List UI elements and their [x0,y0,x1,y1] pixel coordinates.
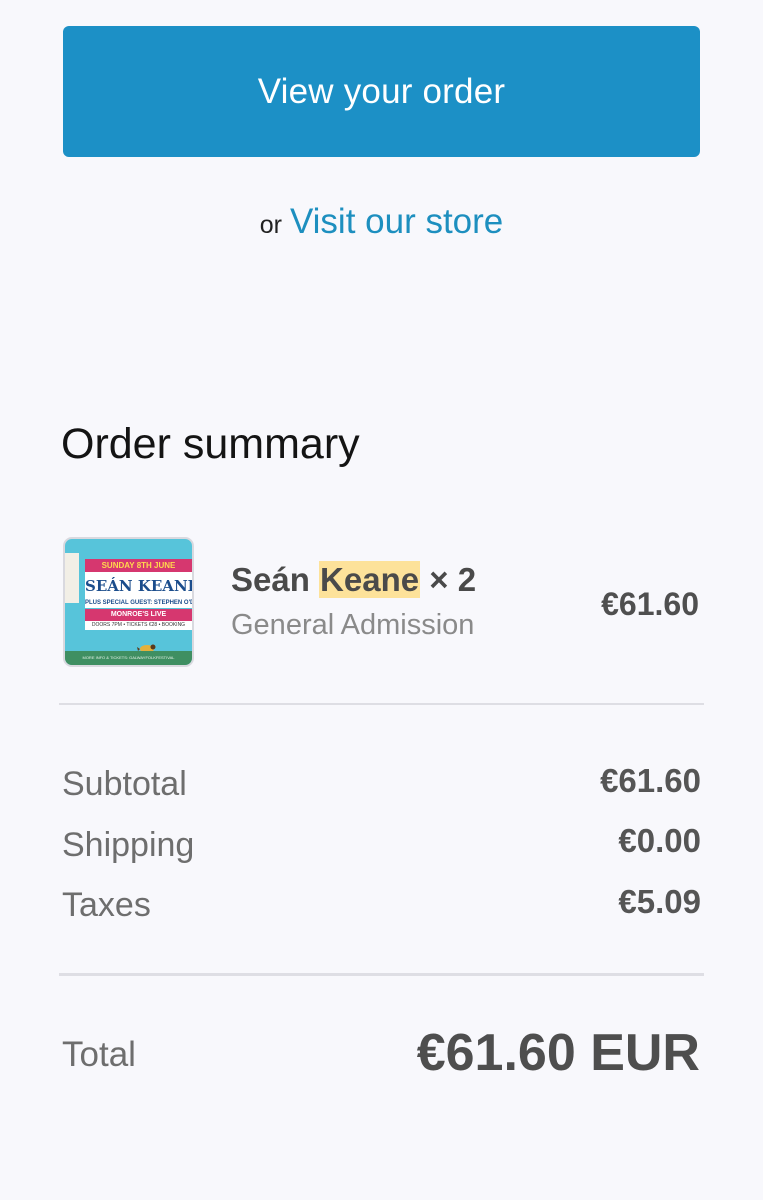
line-item-price: €61.60 [601,586,699,622]
visit-store-link[interactable]: Visit our store [290,202,503,241]
poster-headliner: SEÁN KEANE [85,572,192,600]
divider [59,973,704,976]
store-link-line: or Visit our store [0,198,763,253]
shipping-value: €0.00 [618,822,701,859]
or-text: or [259,211,282,239]
poster-footer-line: MORE INFO & TICKETS: GALWAYFOLKFESTIVAL [65,651,192,665]
product-thumbnail: SUNDAY 8TH JUNE SEÁN KEANE PLUS SPECIAL … [63,537,194,667]
order-summary-title: Order summary [61,420,360,468]
subtotal-value: €61.60 [600,762,701,799]
view-order-button[interactable]: View your order [63,26,700,157]
taxes-label: Taxes [62,886,151,924]
line-item-title: Seán Keane × 2 [231,561,476,599]
event-poster-image: SUNDAY 8TH JUNE SEÁN KEANE PLUS SPECIAL … [65,539,192,665]
subtotal-label: Subtotal [62,765,187,803]
total-label: Total [62,1035,136,1074]
shipping-label: Shipping [62,826,195,864]
taxes-value: €5.09 [618,883,701,920]
poster-date-line: SUNDAY 8TH JUNE [85,559,192,572]
poster-doors-line: DOORS 7PM • TICKETS €28 • BOOKING [85,621,192,630]
divider [59,703,704,705]
line-item-name: Seán [231,561,310,598]
line-item-name-highlight: Keane [319,561,421,598]
total-value: €61.60 EUR [416,1024,700,1082]
poster-guest-line: PLUS SPECIAL GUEST: STEPHEN O'DOW [85,599,192,608]
poster-venue-line: MONROE'S LIVE [85,609,192,621]
line-item-quantity: × 2 [429,561,477,598]
poster-side-strip [65,553,79,603]
order-status-page: View your order or Visit our store Order … [0,0,763,1200]
line-item-variant: General Admission [231,609,475,641]
